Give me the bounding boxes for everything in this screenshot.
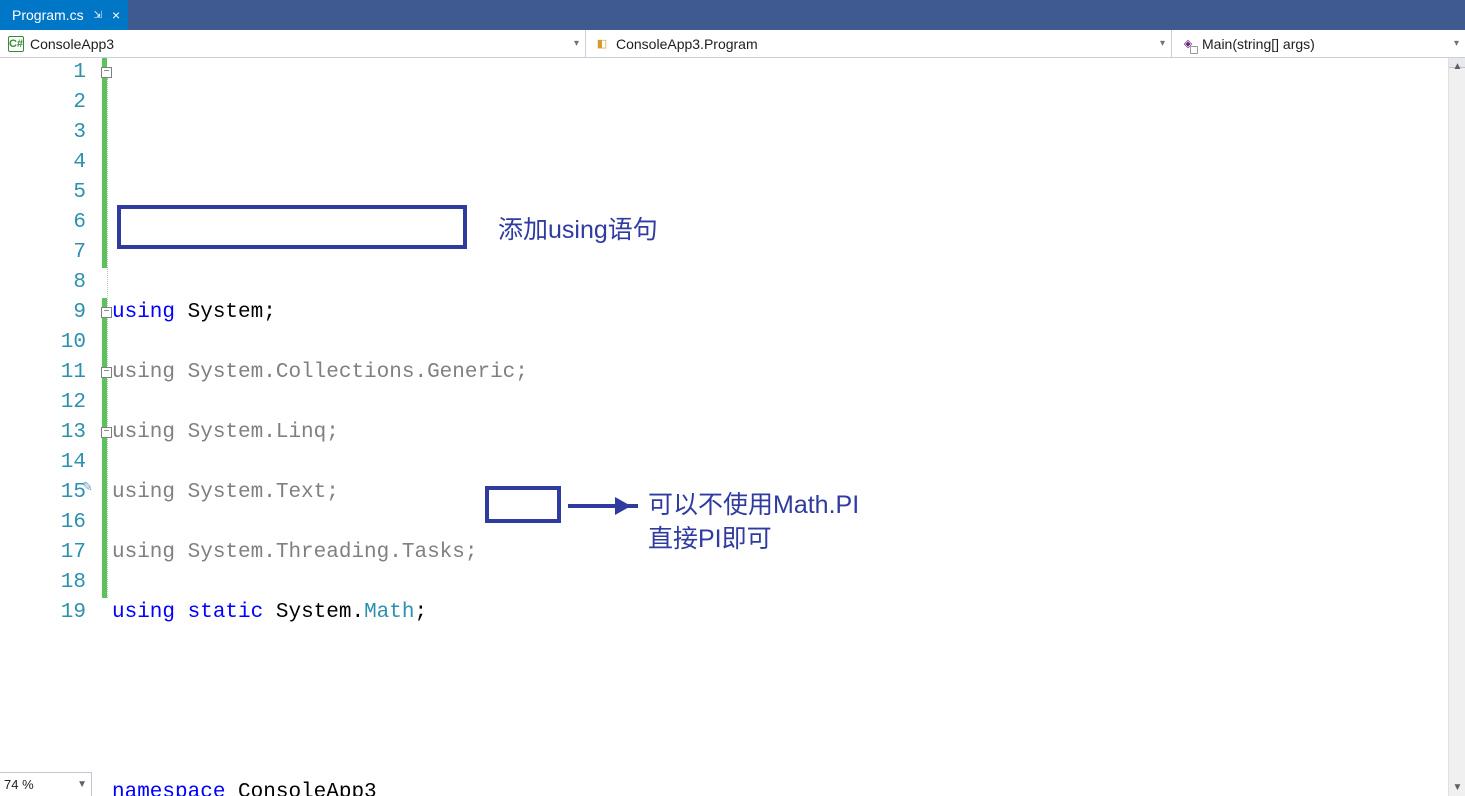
pencil-icon: ✎ (82, 480, 93, 495)
fold-toggle[interactable] (101, 67, 112, 78)
code-line (112, 718, 1465, 748)
code-line: using System.Linq; (112, 418, 1465, 448)
line-number: 13 (0, 418, 86, 448)
line-number: 12 (0, 388, 86, 418)
line-number: 8 (0, 268, 86, 298)
method-name: Main(string[] args) (1202, 36, 1315, 52)
file-tab-active[interactable]: Program.cs ⇲ × (0, 0, 128, 30)
line-number: 15 (0, 478, 86, 508)
csharp-icon: C# (8, 36, 24, 52)
method-icon: ◈ (1180, 36, 1196, 52)
code-line: namespace ConsoleApp3 (112, 778, 1465, 796)
line-number: 7 (0, 238, 86, 268)
line-number: 16 (0, 508, 86, 538)
code-line (112, 658, 1465, 688)
code-line: using System; (112, 298, 1465, 328)
annotation-box (117, 205, 467, 249)
chevron-down-icon: ▾ (574, 38, 579, 49)
annotation-label: 可以不使用Math.PI直接PI即可 (648, 488, 859, 556)
code-area[interactable]: using System; using System.Collections.G… (112, 58, 1465, 772)
project-dropdown[interactable]: C# ConsoleApp3 ▾ (0, 30, 586, 57)
scroll-down-icon[interactable]: ▼ (1449, 779, 1465, 796)
line-number: 4 (0, 148, 86, 178)
class-dropdown[interactable]: ◧ ConsoleApp3.Program ▾ (586, 30, 1172, 57)
line-number: 19 (0, 598, 86, 628)
close-icon[interactable]: × (112, 7, 120, 23)
project-name: ConsoleApp3 (30, 36, 114, 52)
line-number: 9 (0, 298, 86, 328)
annotation-arrow (568, 504, 638, 508)
member-dropdown[interactable]: ◈ Main(string[] args) ▾ (1172, 30, 1465, 57)
zoom-dropdown[interactable]: 74 % ▼ (0, 772, 92, 796)
fold-toggle[interactable] (101, 427, 112, 438)
change-marker-column: ✎ (100, 58, 112, 772)
zoom-value: 74 % (4, 777, 34, 792)
vertical-scrollbar[interactable]: ▲ ▼ (1448, 58, 1465, 796)
line-number: 6 (0, 208, 86, 238)
line-number: 10 (0, 328, 86, 358)
code-line: using System.Collections.Generic; (112, 358, 1465, 388)
line-number: 2 (0, 88, 86, 118)
line-number: 3 (0, 118, 86, 148)
line-number: 1 (0, 58, 86, 88)
chevron-down-icon: ▾ (1160, 38, 1165, 49)
chevron-down-icon: ▾ (1454, 38, 1459, 49)
line-number: 17 (0, 538, 86, 568)
annotation-label: 添加using语句 (498, 210, 658, 246)
outline-guide (107, 78, 108, 598)
line-number: 14 (0, 448, 86, 478)
code-editor[interactable]: 1 2 3 4 5 6 7 8 9 10 11 12 13 14 15 16 1… (0, 58, 1465, 772)
chevron-down-icon: ▼ (77, 779, 87, 790)
file-tab-name: Program.cs (12, 7, 84, 23)
line-number-gutter: 1 2 3 4 5 6 7 8 9 10 11 12 13 14 15 16 1… (0, 58, 100, 772)
line-number: 5 (0, 178, 86, 208)
line-number: 18 (0, 568, 86, 598)
scroll-up-icon[interactable]: ▲ (1449, 58, 1465, 75)
annotation-box (485, 486, 561, 523)
tab-strip: Program.cs ⇲ × (0, 0, 1465, 30)
fold-toggle[interactable] (101, 367, 112, 378)
class-name: ConsoleApp3.Program (616, 36, 758, 52)
code-line: using static System.Math; (112, 598, 1465, 628)
class-icon: ◧ (594, 36, 610, 52)
line-number: 11 (0, 358, 86, 388)
fold-toggle[interactable] (101, 307, 112, 318)
navigation-bar: C# ConsoleApp3 ▾ ◧ ConsoleApp3.Program ▾… (0, 30, 1465, 58)
pin-icon[interactable]: ⇲ (94, 10, 102, 21)
